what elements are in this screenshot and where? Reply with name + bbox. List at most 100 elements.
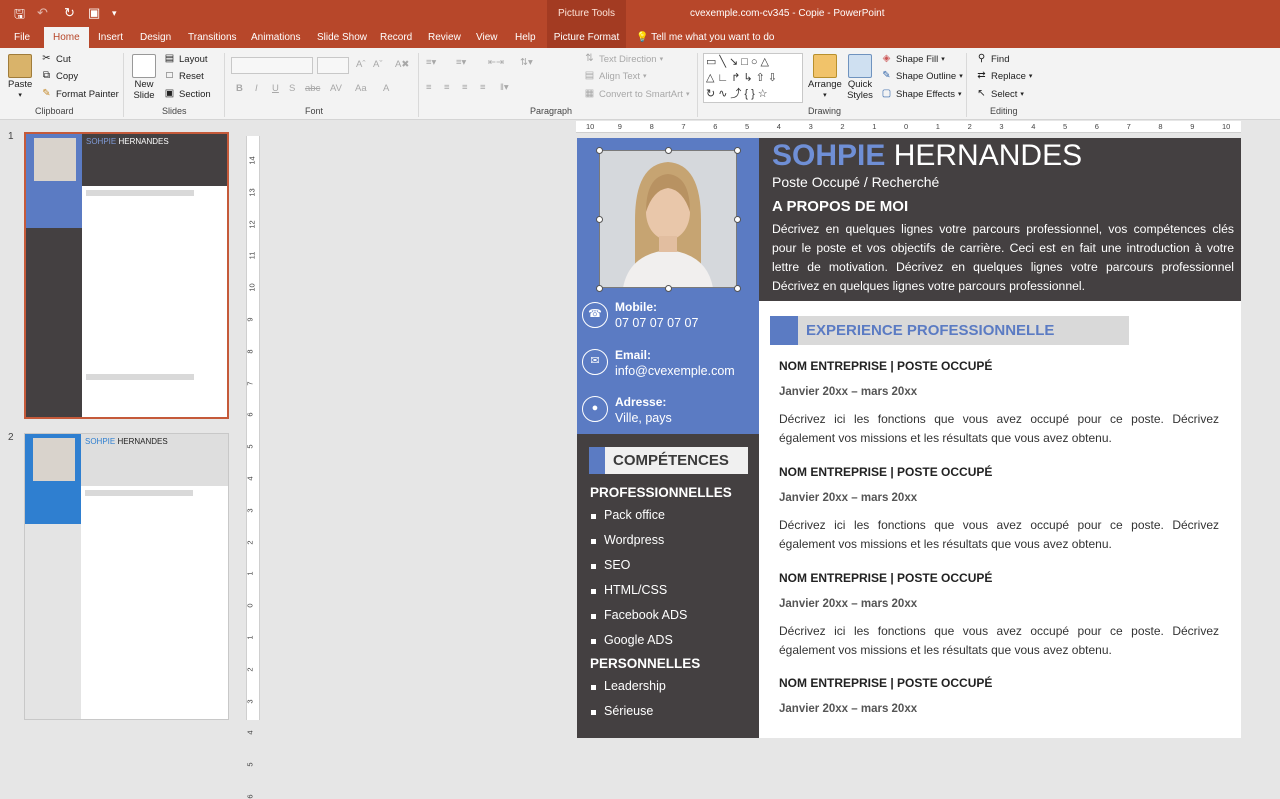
tab-picture-format[interactable]: Picture Format	[547, 27, 626, 48]
reset-button[interactable]: □ Reset	[163, 70, 203, 82]
ribbon: Paste ▾ ✂ Cut ⧉ Copy ✎ Format Painter Clipb…	[0, 48, 1280, 120]
tab-animations[interactable]: Animations	[251, 27, 300, 48]
font-size-box[interactable]	[317, 57, 349, 74]
tab-home[interactable]: Home	[44, 27, 89, 48]
experience-accent	[770, 316, 798, 345]
resize-handle[interactable]	[734, 216, 741, 223]
first-name: SOHPIE	[772, 139, 886, 172]
tell-me-box[interactable]: 💡 Tell me what you want to do	[636, 27, 774, 48]
save-icon[interactable]: 🖫	[14, 5, 25, 27]
tab-record[interactable]: Record	[380, 27, 412, 48]
ruler-tick-label: 0	[245, 603, 255, 608]
shape-effects-button[interactable]: ▢ Shape Effects ▾	[880, 88, 962, 100]
change-case-button[interactable]: Aa	[355, 83, 367, 94]
columns-icon[interactable]: ‖▾	[500, 82, 509, 93]
format-painter-button[interactable]: ✎ Format Painter	[40, 88, 119, 100]
copy-button[interactable]: ⧉ Copy	[40, 70, 78, 82]
justify-icon[interactable]: ≡	[480, 82, 486, 93]
line-spacing-icon[interactable]: ⇅▾	[520, 57, 533, 68]
char-spacing-button[interactable]: AV	[330, 83, 342, 94]
slide-canvas[interactable]: ☎ Mobile: 07 07 07 07 07 ✉ Email: info@c…	[577, 138, 1241, 738]
align-center-icon[interactable]: ≡	[444, 82, 450, 93]
align-text-button[interactable]: ▤ Align Text ▾	[583, 70, 647, 82]
tab-insert[interactable]: Insert	[98, 27, 123, 48]
tab-file[interactable]: File	[14, 27, 30, 48]
tab-help[interactable]: Help	[515, 27, 536, 48]
full-name: SOHPIE HERNANDES	[772, 139, 1082, 173]
resize-handle[interactable]	[734, 147, 741, 154]
slide-thumbnail-1[interactable]: SOHPIE HERNANDES	[24, 132, 229, 419]
experience-entry: NOM ENTREPRISE | POSTE OCCUPÉ Janvier 20…	[779, 359, 1219, 448]
ruler-tick-label: 6	[245, 412, 255, 417]
thumb-section-bar	[86, 190, 194, 196]
numbering-icon[interactable]: ≡▾	[456, 57, 466, 68]
shape-outline-button[interactable]: ✎ Shape Outline ▾	[880, 70, 962, 82]
select-button[interactable]: ↖ Select ▾	[975, 88, 1024, 100]
italic-button[interactable]: I	[255, 83, 258, 94]
convert-smartart-button[interactable]: ▦ Convert to SmartArt ▾	[583, 88, 690, 100]
cut-button[interactable]: ✂ Cut	[40, 53, 71, 65]
decrease-font-icon[interactable]: Aˇ	[373, 59, 383, 70]
align-right-icon[interactable]: ≡	[462, 82, 468, 93]
shadow-button[interactable]: S	[289, 83, 295, 94]
find-button[interactable]: ⚲ Find	[975, 53, 1010, 65]
section-button[interactable]: ▣ Section	[163, 88, 211, 100]
layout-label: Layout	[179, 53, 208, 65]
tell-me-text: Tell me what you want to do	[651, 32, 775, 43]
resize-handle[interactable]	[596, 147, 603, 154]
resize-handle[interactable]	[734, 285, 741, 292]
arrange-button[interactable]: Arrange ▾	[808, 54, 842, 99]
copy-label: Copy	[56, 70, 79, 82]
chevron-down-icon: ▾	[18, 92, 22, 99]
ruler-tick-label: 10	[586, 122, 595, 131]
quick-styles-button[interactable]: Quick Styles	[845, 54, 875, 101]
resize-handle[interactable]	[665, 147, 672, 154]
tab-design[interactable]: Design	[140, 27, 171, 48]
new-slide-button[interactable]: New Slide	[131, 54, 157, 101]
paste-label: Paste	[8, 79, 33, 90]
text-direction-button[interactable]: ⇅ Text Direction ▾	[583, 53, 663, 65]
tab-review[interactable]: Review	[428, 27, 461, 48]
copy-icon: ⧉	[42, 70, 51, 81]
clear-format-icon[interactable]: A✖	[395, 59, 409, 70]
resize-handle[interactable]	[665, 285, 672, 292]
tab-transitions[interactable]: Transitions	[188, 27, 237, 48]
align-left-icon[interactable]: ≡	[426, 82, 432, 93]
tab-slide-show[interactable]: Slide Show	[317, 27, 367, 48]
skill-item: Wordpress	[590, 533, 665, 547]
strikethrough-button[interactable]: abc	[305, 83, 320, 94]
clipboard-group-label: Clipboard	[35, 106, 74, 116]
ruler-tick-label: 1	[872, 122, 877, 131]
customize-qat-icon[interactable]: ▾	[112, 8, 117, 19]
bullets-icon[interactable]: ≡▾	[426, 57, 436, 68]
shapes-gallery[interactable]: ▭╲↘□○△ △∟↱↳⇧⇩ ↻∿⤴{​}☆	[703, 53, 803, 103]
resize-handle[interactable]	[596, 285, 603, 292]
font-color-button[interactable]: A	[383, 83, 389, 94]
ruler-tick-label: 6	[713, 122, 718, 131]
shape-fill-button[interactable]: ◈ Shape Fill ▾	[880, 53, 945, 65]
skill-item: Leadership	[591, 679, 666, 693]
replace-button[interactable]: ⇄ Replace ▾	[975, 70, 1032, 82]
tab-view[interactable]: View	[476, 27, 498, 48]
arrange-label: Arrange	[808, 79, 842, 90]
font-name-box[interactable]	[231, 57, 313, 74]
bold-button[interactable]: B	[236, 83, 243, 94]
increase-font-icon[interactable]: Aˆ	[356, 59, 366, 70]
layout-button[interactable]: ▤ Layout	[163, 53, 208, 65]
start-presentation-icon[interactable]: ▣	[88, 5, 100, 21]
resize-handle[interactable]	[596, 216, 603, 223]
paste-button[interactable]: Paste ▾	[8, 54, 32, 99]
repeat-icon[interactable]: ↻	[64, 5, 75, 21]
underline-button[interactable]: U	[272, 83, 279, 94]
ruler-tick-label: 10	[247, 283, 257, 292]
skill-item: HTML/CSS	[590, 583, 668, 597]
slide-thumbnail-2[interactable]: SOHPIE HERNANDES	[24, 433, 229, 720]
shape-effects-icon: ▢	[881, 88, 892, 99]
slide-thumbnail-pane: 1 SOHPIE HERNANDES 2 SOHPIE HERNANDES	[0, 121, 250, 720]
ruler-tick-label: 7	[1126, 122, 1131, 131]
indent-icon[interactable]: ⇤⇥	[488, 57, 504, 68]
thumb-section-bar	[85, 490, 193, 496]
document-title: cvexemple.com-cv345 - Copie - PowerPoint	[690, 8, 885, 19]
undo-icon[interactable]: ↶	[37, 5, 48, 21]
shape-fill-label: Shape Fill	[896, 53, 939, 65]
